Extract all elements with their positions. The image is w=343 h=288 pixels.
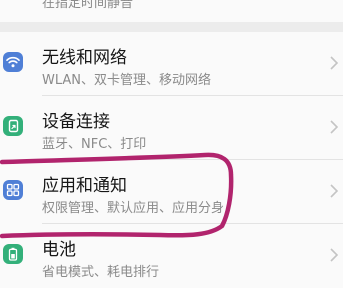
settings-item-subtitle: 省电模式、耗电排行 — [42, 265, 160, 280]
settings-item-subtitle: WLAN、双卡管理、移动网络 — [42, 73, 212, 88]
settings-list: 无线和网络 WLAN、双卡管理、移动网络 设备连接 蓝牙、NFC、打印 应用和通… — [0, 32, 343, 288]
settings-item-title: 设备连接 — [42, 112, 110, 132]
chevron-right-icon — [328, 55, 340, 71]
settings-item-subtitle: 权限管理、默认应用、应用分身 — [42, 201, 225, 216]
settings-item-title: 无线和网络 — [42, 48, 127, 68]
settings-item-battery[interactable]: 电池 省电模式、耗电排行 — [0, 224, 343, 288]
section-gap — [0, 22, 343, 32]
settings-item-subtitle: 蓝牙、NFC、打印 — [42, 137, 147, 152]
settings-item-title: 应用和通知 — [42, 176, 127, 196]
wifi-icon — [3, 52, 23, 72]
chevron-right-icon — [328, 183, 340, 199]
settings-item-title: 电池 — [42, 240, 76, 260]
previous-setting-subtitle: 在指定时间静音 — [42, 0, 134, 11]
previous-setting-item[interactable]: 在指定时间静音 — [0, 0, 343, 22]
device-connection-icon — [3, 116, 23, 136]
chevron-right-icon — [328, 119, 340, 135]
settings-item-device-connection[interactable]: 设备连接 蓝牙、NFC、打印 — [0, 96, 343, 160]
apps-icon — [3, 180, 23, 200]
settings-item-wireless-network[interactable]: 无线和网络 WLAN、双卡管理、移动网络 — [0, 32, 343, 96]
chevron-right-icon — [328, 247, 340, 263]
settings-item-apps-notifications[interactable]: 应用和通知 权限管理、默认应用、应用分身 — [0, 160, 343, 224]
battery-icon — [3, 244, 23, 264]
